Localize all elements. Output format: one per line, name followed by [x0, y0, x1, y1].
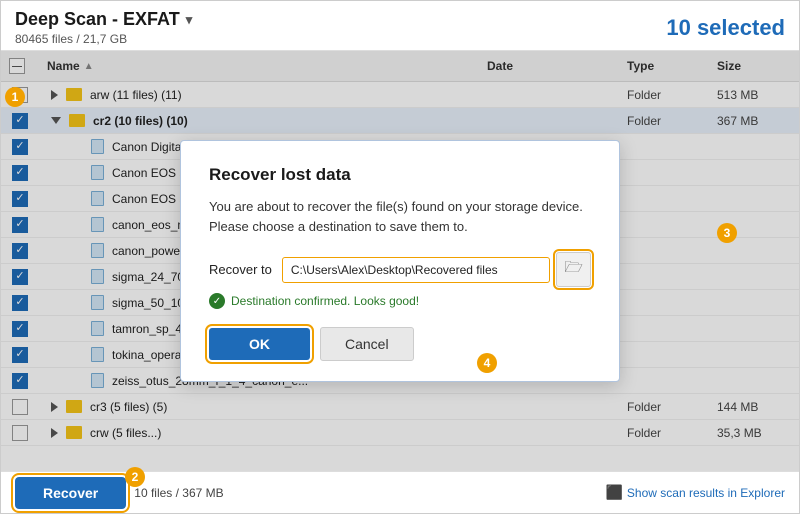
app-header: Deep Scan - EXFAT ▾ 80465 files / 21,7 G… [1, 1, 799, 51]
status-check-icon: ✓ [209, 293, 225, 309]
modal-status: ✓ Destination confirmed. Looks good! [209, 293, 591, 309]
folder-browse-icon: 🗁 [564, 257, 583, 282]
bottom-info: 10 files / 367 MB [134, 486, 223, 500]
title-dropdown-arrow[interactable]: ▾ [186, 12, 193, 28]
header-title: Deep Scan - EXFAT ▾ [15, 9, 192, 30]
header-left: Deep Scan - EXFAT ▾ 80465 files / 21,7 G… [15, 9, 192, 46]
show-scan-results-link[interactable]: ⬛ Show scan results in Explorer [605, 484, 785, 501]
annotation-badge-3: 3 [717, 223, 737, 243]
recover-button[interactable]: Recover [15, 477, 126, 509]
modal-title: Recover lost data [209, 165, 591, 185]
header-title-text: Deep Scan - EXFAT [15, 9, 180, 30]
modal-actions: OK Cancel [209, 327, 591, 361]
browse-button[interactable]: 🗁 [556, 252, 591, 287]
modal-cancel-button[interactable]: Cancel [320, 327, 414, 361]
recover-to-label: Recover to [209, 262, 272, 277]
modal-recover-row: Recover to 🗁 [209, 252, 591, 287]
show-results-text: Show scan results in Explorer [627, 486, 785, 500]
modal-overlay: Recover lost data You are about to recov… [1, 51, 799, 471]
explorer-icon: ⬛ [605, 484, 622, 501]
status-text: Destination confirmed. Looks good! [231, 294, 419, 308]
file-table-container: Name ▲ Date Type Size arw (11 files) (11… [1, 51, 799, 471]
recover-dialog: Recover lost data You are about to recov… [180, 140, 620, 382]
bottom-bar: Recover 2 10 files / 367 MB ⬛ Show scan … [1, 471, 799, 513]
modal-body: You are about to recover the file(s) fou… [209, 197, 591, 236]
recover-path-input[interactable] [282, 257, 551, 283]
modal-ok-button[interactable]: OK [209, 328, 310, 360]
header-subtitle: 80465 files / 21,7 GB [15, 32, 192, 46]
selected-count: 10 selected [666, 9, 785, 41]
